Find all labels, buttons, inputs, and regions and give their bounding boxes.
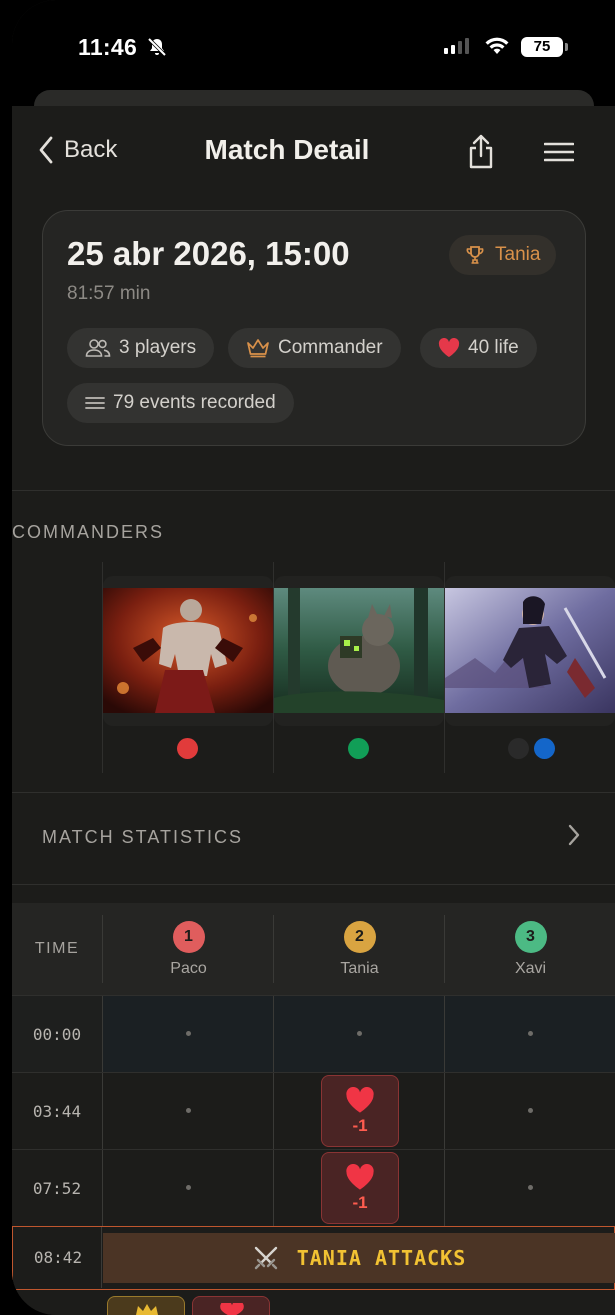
signal-icon xyxy=(444,38,469,54)
player-name: Tania xyxy=(340,960,379,977)
life-change-value: -1 xyxy=(352,1192,368,1212)
trophy-icon xyxy=(466,246,484,264)
divider xyxy=(12,884,615,885)
color-identity-paco xyxy=(177,738,198,759)
row-time: 08:42 xyxy=(33,1248,83,1267)
attack-text: TANIA ATTACKS xyxy=(296,1246,467,1270)
timeline-row: 03:44 -1 xyxy=(12,1072,615,1150)
timeline-row: 00:00 xyxy=(12,995,615,1073)
next-event-crown xyxy=(107,1296,185,1315)
player-name: Paco xyxy=(170,960,207,977)
timeline-row: 07:52 -1 xyxy=(12,1149,615,1227)
match-detail-screen: Back Match Detail 25 abr 2026, 15:00 81:… xyxy=(12,106,615,1315)
crown-icon xyxy=(247,339,269,358)
players-chip: 3 players xyxy=(67,328,215,368)
life-change-value: -1 xyxy=(352,1115,368,1135)
row-time: 00:00 xyxy=(12,996,102,1073)
events-chip: 79 events recorded xyxy=(67,383,294,423)
player-number-badge: 2 xyxy=(343,921,376,953)
empty-dot xyxy=(357,1031,362,1036)
match-date: 25 abr 2026, 15:00 xyxy=(67,235,350,272)
timeline-header: TIME 1 Paco 2 Tania 3 Xavi xyxy=(12,903,615,995)
color-pip xyxy=(508,738,529,759)
column-divider xyxy=(273,1150,274,1227)
heart-icon xyxy=(438,338,460,357)
commander-card-tania[interactable] xyxy=(274,576,444,726)
commander-art-tania xyxy=(274,588,444,713)
status-time: 11:46 xyxy=(78,34,138,60)
empty-dot xyxy=(528,1108,533,1113)
attack-event-row[interactable]: 08:42 TANIA ATTACKS xyxy=(12,1226,615,1290)
format-chip-label: Commander xyxy=(278,337,383,358)
winner-badge: Tania xyxy=(449,235,557,275)
chevron-right-icon xyxy=(567,823,581,852)
crown-icon xyxy=(136,1304,158,1315)
crossed-swords-icon xyxy=(254,1246,277,1270)
match-summary-card: 25 abr 2026, 15:00 81:57 min Tania 3 pla… xyxy=(42,210,586,446)
next-event-heart xyxy=(192,1296,270,1315)
player-number-badge: 1 xyxy=(172,921,205,953)
heart-icon xyxy=(346,1163,374,1190)
attack-banner: TANIA ATTACKS xyxy=(103,1233,615,1283)
commander-art-xavi xyxy=(445,588,615,713)
match-statistics-label: MATCH STATISTICS xyxy=(42,827,243,847)
column-divider xyxy=(102,1073,103,1150)
bell-slash-icon xyxy=(146,36,168,63)
column-divider xyxy=(444,1150,445,1227)
color-pip xyxy=(348,738,369,759)
list-icon xyxy=(85,397,105,409)
wifi-icon xyxy=(484,36,510,61)
column-divider xyxy=(102,996,103,1073)
events-chip-label: 79 events recorded xyxy=(113,392,276,413)
column-divider xyxy=(102,1150,103,1227)
column-divider xyxy=(444,996,445,1073)
empty-dot xyxy=(186,1031,191,1036)
commander-art-paco xyxy=(103,588,273,713)
commander-card-xavi[interactable] xyxy=(445,576,615,726)
column-divider xyxy=(101,1227,102,1288)
empty-dot xyxy=(528,1031,533,1036)
life-loss-event[interactable]: -1 xyxy=(321,1075,399,1147)
color-identity-xavi xyxy=(508,738,555,759)
commanders-heading: COMMANDERS xyxy=(12,522,165,542)
battery-icon: 75 xyxy=(521,37,568,57)
color-pip xyxy=(534,738,555,759)
row-time: 07:52 xyxy=(32,1179,82,1198)
empty-dot xyxy=(186,1185,191,1190)
players-chip-label: 3 players xyxy=(119,337,197,358)
column-divider xyxy=(444,1073,445,1150)
heart-icon xyxy=(346,1086,374,1113)
life-chip: 40 life xyxy=(420,328,537,368)
row-time: 03:44 xyxy=(32,1102,82,1121)
player-column-paco: 1 Paco xyxy=(103,903,274,995)
divider xyxy=(12,490,615,491)
match-duration: 81:57 min xyxy=(67,283,151,304)
phone-screen: 11:46 75 Back Match Detail 25 abr 2026, … xyxy=(12,0,615,1315)
player-column-tania: 2 Tania xyxy=(274,903,445,995)
color-identity-tania xyxy=(348,738,369,759)
column-divider xyxy=(273,1073,274,1150)
commander-card-paco[interactable] xyxy=(103,576,273,726)
users-icon xyxy=(85,339,111,357)
color-pip xyxy=(177,738,198,759)
winner-name: Tania xyxy=(495,244,541,265)
navigation-bar: Back Match Detail xyxy=(12,106,615,198)
life-loss-event[interactable]: -1 xyxy=(321,1152,399,1224)
time-column-header: TIME xyxy=(34,940,80,957)
empty-dot xyxy=(528,1185,533,1190)
empty-dot xyxy=(186,1108,191,1113)
format-chip: Commander xyxy=(228,328,401,368)
match-statistics-row[interactable]: MATCH STATISTICS xyxy=(12,793,615,883)
player-number-badge: 3 xyxy=(514,921,547,953)
share-icon[interactable] xyxy=(467,134,495,175)
heart-icon xyxy=(220,1303,244,1315)
menu-icon[interactable] xyxy=(543,142,575,167)
life-chip-label: 40 life xyxy=(468,337,519,358)
player-column-xavi: 3 Xavi xyxy=(445,903,615,995)
player-name: Xavi xyxy=(514,960,547,977)
column-divider xyxy=(273,996,274,1073)
